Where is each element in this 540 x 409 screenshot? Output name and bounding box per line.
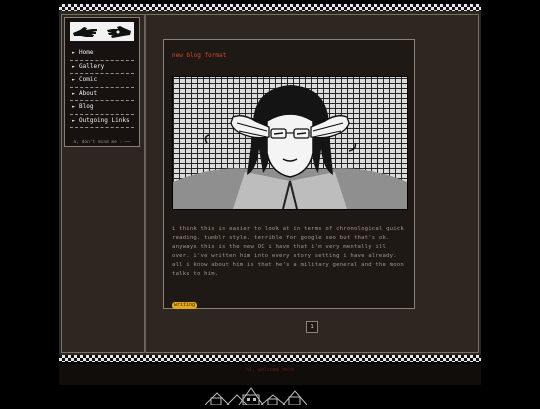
sidebar-item-label: Comic [79, 76, 98, 83]
footer-credit[interactable]: hi, welcome here [59, 367, 481, 373]
arrow-icon: ► [72, 117, 76, 124]
arrow-icon: ► [72, 77, 76, 83]
tag-chip[interactable]: writing [172, 302, 198, 309]
post-title[interactable]: new blog format [172, 52, 226, 59]
checker-border-top [59, 4, 481, 11]
post-body: i think this is easier to look at in ter… [172, 226, 404, 277]
column-divider [144, 14, 146, 353]
sidebar-item-outgoing-links[interactable]: ► Outgoing Links [70, 115, 134, 128]
page-container: ► Home ► Gallery ► Comic ► About ► Blog ► Outg… [59, 4, 481, 362]
sidebar-item-label: Gallery [79, 62, 105, 70]
checker-border-bottom [59, 355, 481, 362]
sidebar-item-label: Outgoing Links [79, 116, 130, 124]
arrow-icon: ► [72, 50, 76, 56]
sidebar: ► Home ► Gallery ► Comic ► About ► Blog ► Outg… [64, 17, 140, 147]
pixel-town-icon [203, 382, 308, 406]
character-illustration-icon[interactable] [172, 76, 408, 210]
sidebar-item-gallery[interactable]: ► Gallery [70, 61, 134, 74]
blog-post: new blog format i think this is easier t… [163, 39, 415, 309]
sidebar-nav: ► Home ► Gallery ► Comic ► About ► Blog ► Outg… [70, 47, 134, 128]
sidebar-item-comic[interactable]: ► Comic [70, 74, 134, 88]
sidebar-item-about[interactable]: ► About [70, 88, 134, 101]
sidebar-footer-text: a, don't mind me :-~~ [73, 140, 131, 145]
post-tags: writing [172, 291, 198, 310]
arrow-icon: ► [72, 90, 76, 97]
sidebar-item-home[interactable]: ► Home [70, 47, 134, 61]
pagination-page-1[interactable]: 1 [306, 321, 318, 333]
hands-logo-icon[interactable] [70, 22, 134, 41]
arrow-icon: ► [72, 63, 76, 70]
sidebar-item-label: Home [79, 49, 94, 56]
sidebar-item-blog[interactable]: ► Blog [70, 101, 134, 115]
sidebar-item-label: Blog [79, 103, 94, 110]
sidebar-item-label: About [79, 89, 98, 97]
arrow-icon: ► [72, 104, 76, 110]
